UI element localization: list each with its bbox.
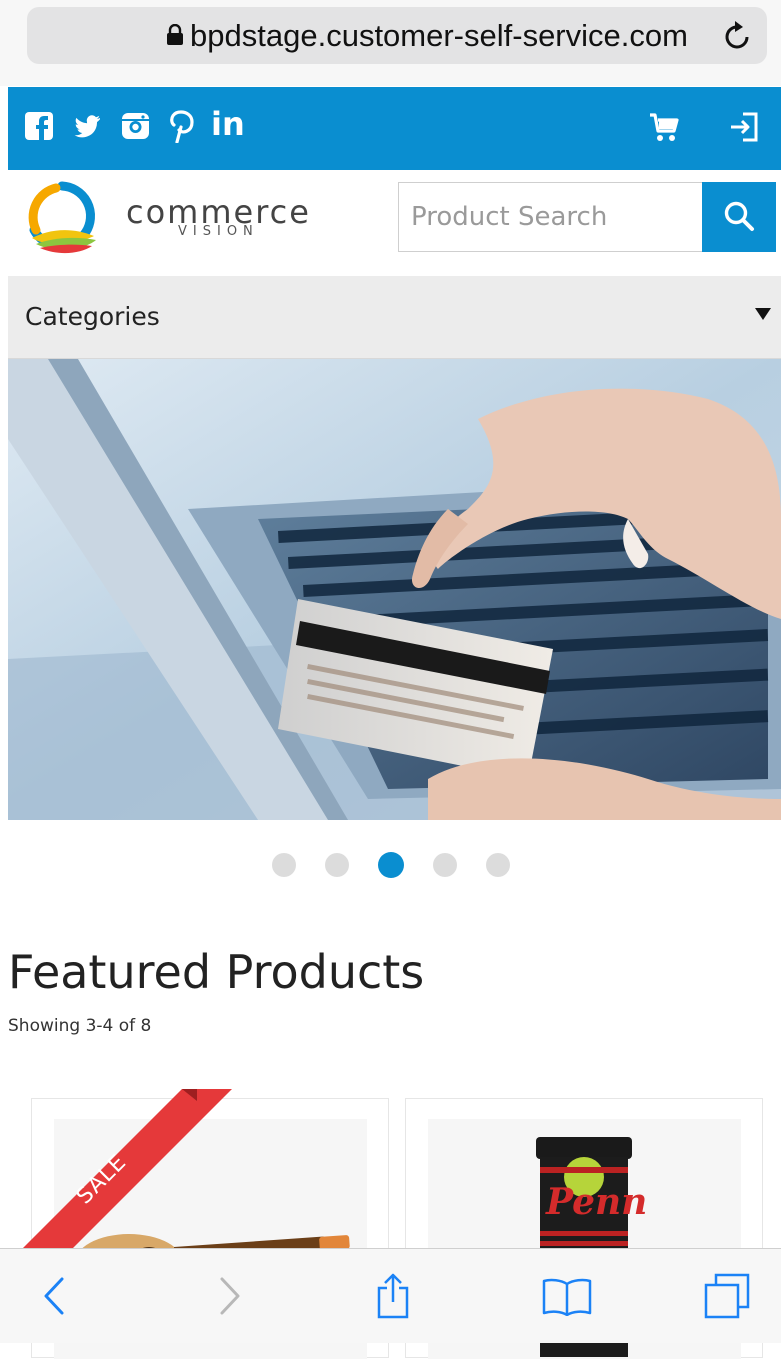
product-search-input[interactable] [398,182,703,252]
caret-down-icon [754,306,772,325]
linkedin-icon[interactable]: in [211,105,245,143]
laptop-payment-illustration [8,359,781,820]
carousel-pagination [0,852,781,878]
share-icon[interactable] [348,1249,438,1343]
categories-dropdown[interactable]: Categories [8,276,781,359]
carousel-dot[interactable] [485,853,510,877]
site-header: commerce VISION [8,170,781,275]
carousel-dot[interactable] [432,853,457,877]
penn-brand-text: Penn [546,1181,648,1223]
featured-products-count: Showing 3-4 of 8 [8,1016,152,1036]
facebook-icon[interactable] [24,109,56,145]
featured-products-heading: Featured Products [8,945,425,999]
address-bar[interactable]: bpdstage.customer-self-service.com [27,7,767,64]
logo-mark[interactable] [22,178,102,262]
carousel-dot-active[interactable] [377,852,404,878]
twitter-icon[interactable] [72,109,104,145]
carousel-dot[interactable] [271,853,296,877]
logo-subtitle: VISION [178,224,259,239]
linkedin-label: in [211,105,245,143]
login-icon[interactable] [728,111,760,147]
bookmarks-icon[interactable] [522,1249,612,1343]
search-button[interactable] [702,182,776,252]
back-icon[interactable] [9,1249,99,1343]
cart-icon[interactable] [648,111,680,147]
instagram-icon[interactable] [120,109,152,145]
browser-chrome: bpdstage.customer-self-service.com [0,0,781,86]
forward-icon[interactable] [185,1249,275,1343]
reload-icon[interactable] [723,18,753,56]
tabs-icon[interactable] [682,1249,772,1343]
categories-label: Categories [25,302,160,331]
pinterest-icon[interactable] [168,109,196,147]
url-display[interactable]: bpdstage.customer-self-service.com [27,7,767,64]
url-text: bpdstage.customer-self-service.com [190,17,688,53]
lock-icon [166,18,184,54]
browser-toolbar [0,1248,781,1343]
hero-banner-image[interactable] [8,359,781,820]
carousel-dot[interactable] [324,853,349,877]
top-bar: in [8,87,781,170]
search-icon [722,199,756,236]
